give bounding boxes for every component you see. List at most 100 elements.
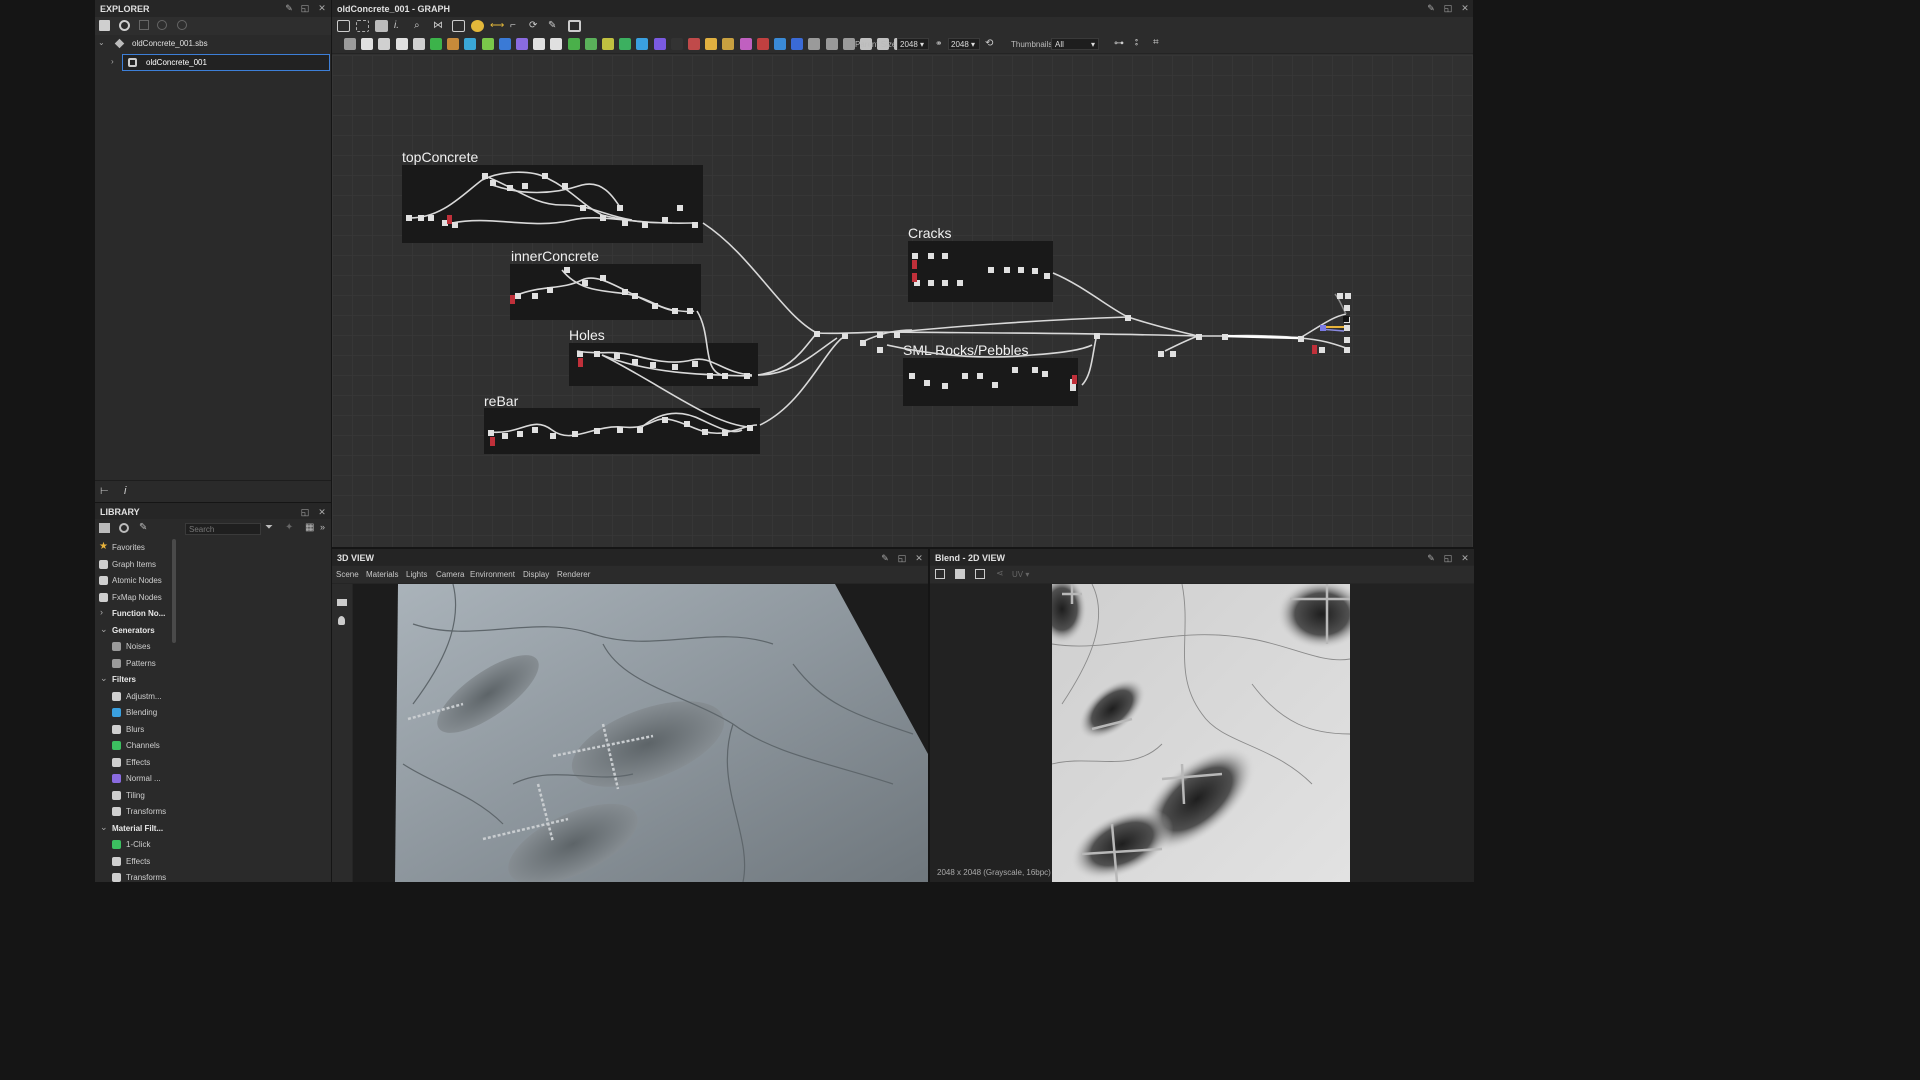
node-palette-icon[interactable] [584, 38, 597, 50]
graph-node[interactable] [977, 373, 983, 379]
graph-node[interactable] [924, 380, 930, 386]
library-item[interactable]: › Function No... [95, 606, 170, 622]
chevron-down-icon[interactable]: ⌄ [100, 624, 108, 635]
link-ratio-icon[interactable]: ⚭ [935, 38, 943, 49]
graph-node[interactable] [1345, 293, 1351, 299]
graph-node[interactable] [722, 373, 728, 379]
graph-canvas[interactable]: topConcrete innerConcrete Holes reBar Cr… [332, 55, 1473, 547]
maximize-icon[interactable]: ◱ [300, 507, 310, 517]
maximize-icon[interactable]: ◱ [1443, 553, 1453, 563]
graph-node[interactable] [1158, 351, 1164, 357]
graph-node[interactable] [1125, 315, 1131, 321]
graph-node[interactable] [1032, 268, 1038, 274]
graph-node[interactable] [877, 347, 883, 353]
graph-node[interactable] [490, 180, 496, 186]
graph-node[interactable] [1298, 336, 1304, 342]
graph-node[interactable] [692, 222, 698, 228]
library-item[interactable]: ★ Favorites [95, 540, 170, 556]
node-palette-icon[interactable] [842, 38, 855, 50]
reset-icon[interactable]: ⟲ [985, 38, 993, 49]
graph-node[interactable] [482, 173, 488, 179]
graph-node[interactable] [842, 333, 848, 339]
graph-node[interactable] [707, 373, 713, 379]
node-palette-icon[interactable] [653, 38, 666, 50]
publish-icon[interactable] [157, 20, 167, 30]
save-icon[interactable] [99, 20, 110, 31]
library-item[interactable]: Patterns [95, 656, 170, 672]
graph-node[interactable] [614, 353, 620, 359]
fit-view-icon[interactable] [935, 569, 945, 579]
graph-node-port[interactable] [912, 260, 917, 269]
graph-node[interactable] [677, 205, 683, 211]
graph-node[interactable] [909, 373, 915, 379]
close-icon[interactable]: ✕ [914, 553, 924, 563]
view-mode-icon[interactable]: ▦ [305, 522, 314, 533]
menu-scene[interactable]: Scene [336, 570, 359, 579]
node-palette-icon[interactable] [791, 38, 804, 50]
graph-node[interactable] [1012, 367, 1018, 373]
uv-select[interactable]: UV ▾ [1012, 570, 1029, 579]
view2d-viewport[interactable]: 2048 x 2048 (Grayscale, 16bpc) [930, 584, 1474, 882]
menu-environment[interactable]: Environment [470, 570, 515, 579]
menu-lights[interactable]: Lights [406, 570, 427, 579]
graph-node[interactable] [418, 215, 424, 221]
library-item[interactable]: ⌄ Material Filt... [95, 821, 170, 837]
graph-node[interactable] [1070, 385, 1076, 391]
maximize-icon[interactable]: ◱ [1443, 3, 1453, 13]
export-icon[interactable] [139, 20, 149, 30]
node-palette-icon[interactable] [808, 38, 821, 50]
library-item[interactable]: ⌄ Generators [95, 623, 170, 639]
graph-node[interactable] [894, 332, 900, 338]
chevron-down-icon[interactable]: ⌄ [98, 38, 105, 47]
graph-node[interactable] [572, 431, 578, 437]
graph-node[interactable] [814, 331, 820, 337]
node-palette-icon[interactable] [395, 38, 408, 50]
align-icon[interactable]: ⌐ [510, 20, 523, 32]
thumbnails-select[interactable]: All ▾ [1051, 38, 1099, 50]
graph-node[interactable] [744, 373, 750, 379]
graph-node[interactable] [992, 382, 998, 388]
share-icon[interactable]: ⋖ [996, 568, 1004, 579]
graph-node[interactable] [1170, 351, 1176, 357]
pin-icon[interactable]: ✎ [1426, 3, 1436, 13]
menu-materials[interactable]: Materials [366, 570, 398, 579]
graph-node[interactable] [488, 430, 494, 436]
graph-node[interactable] [547, 287, 553, 293]
graph-node[interactable] [622, 289, 628, 295]
library-item[interactable]: Blending [95, 705, 170, 721]
graph-node[interactable] [747, 425, 753, 431]
tree-item-graph[interactable]: › oldConcrete_001 [111, 54, 330, 71]
graph-node[interactable] [672, 364, 678, 370]
graph-node[interactable] [662, 217, 668, 223]
graph-node[interactable] [662, 417, 668, 423]
node-palette-icon[interactable] [361, 38, 374, 50]
node-palette-icon[interactable] [739, 38, 752, 50]
node-palette-icon[interactable] [516, 38, 528, 50]
node-palette-icon[interactable] [447, 38, 460, 50]
graph-node[interactable] [692, 361, 698, 367]
graph-node[interactable] [1344, 325, 1350, 331]
library-item[interactable]: Channels [95, 738, 170, 754]
graph-node[interactable] [577, 351, 583, 357]
graph-node[interactable] [684, 421, 690, 427]
center-icon[interactable] [356, 20, 369, 32]
library-item[interactable]: Effects [95, 854, 170, 870]
graph-node-port[interactable] [578, 358, 583, 367]
graph-node[interactable] [1018, 267, 1024, 273]
graph-node[interactable] [642, 222, 648, 228]
graph-node[interactable] [532, 293, 538, 299]
refresh-icon[interactable] [119, 523, 129, 533]
pin-icon[interactable]: ✎ [880, 553, 890, 563]
graph-node[interactable] [406, 215, 412, 221]
graph-output-node[interactable] [1320, 325, 1326, 331]
library-item[interactable]: Atomic Nodes [95, 573, 170, 589]
graph-node-port[interactable] [912, 273, 917, 282]
close-icon[interactable]: ✕ [317, 507, 327, 517]
close-icon[interactable]: ✕ [317, 3, 327, 13]
graph-node[interactable] [962, 373, 968, 379]
graph-node[interactable] [594, 428, 600, 434]
library-item[interactable]: ⌄ Filters [95, 672, 170, 688]
graph-node[interactable] [600, 275, 606, 281]
chevron-down-icon[interactable]: ⌄ [100, 822, 108, 833]
library-item[interactable]: Noises [95, 639, 170, 655]
